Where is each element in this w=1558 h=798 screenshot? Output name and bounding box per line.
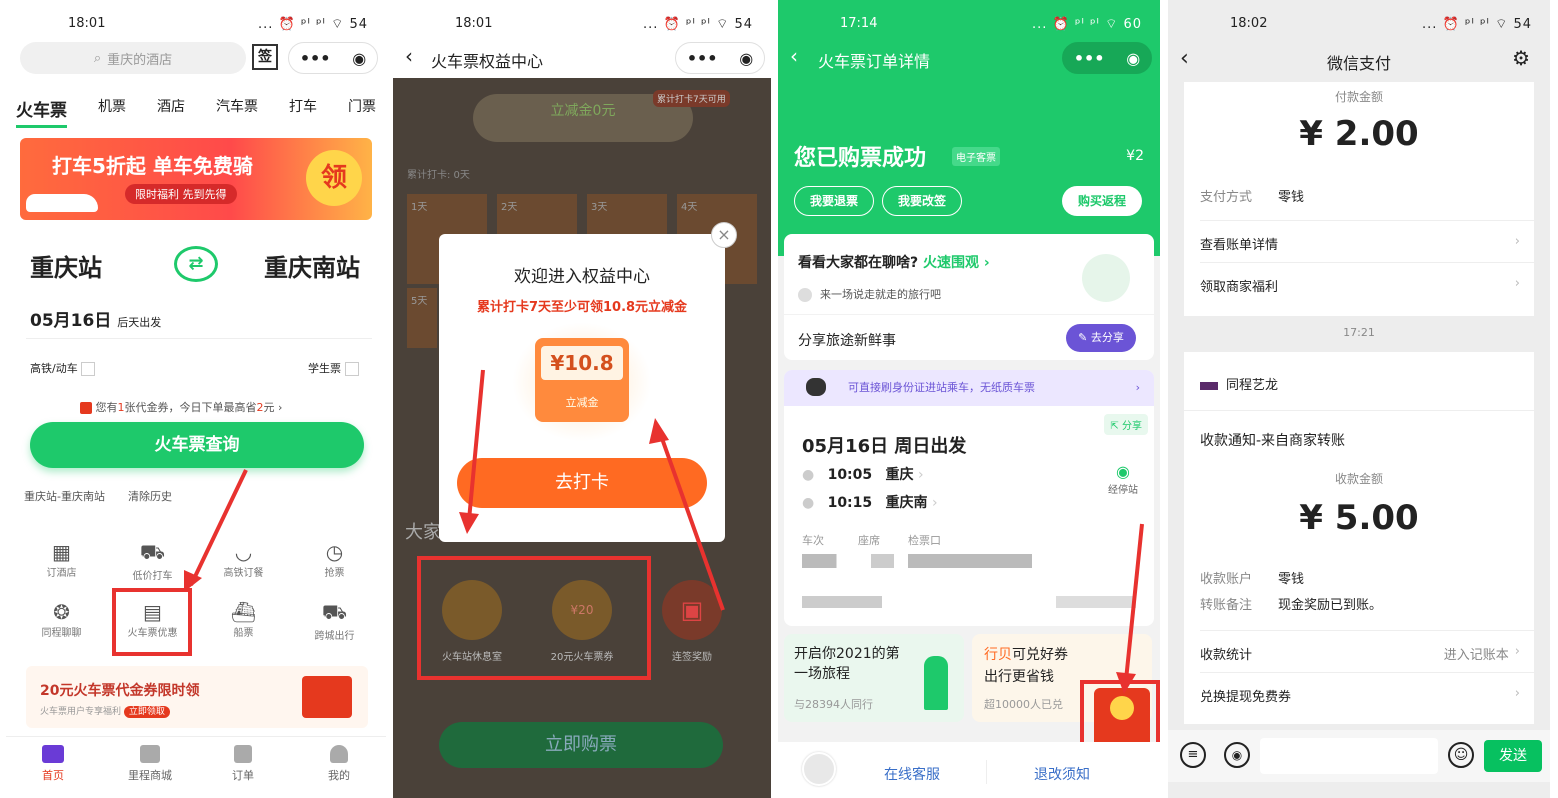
- remark-value: 现金奖励已到账。: [1278, 598, 1383, 613]
- divider: [1200, 672, 1534, 673]
- person-icon: [330, 745, 348, 763]
- account-label: 收款账户: [1200, 572, 1253, 587]
- payment-card: 付款金额 ¥ 2.00 支付方式 零钱 查看账单详情 › 领取商家福利 ›: [1184, 82, 1534, 316]
- emoji-icon[interactable]: ☺: [1448, 742, 1474, 768]
- ledger-link[interactable]: 进入记账本: [1444, 644, 1509, 663]
- voice-icon[interactable]: ◉: [1224, 742, 1250, 768]
- merchant-row: 同程艺龙: [1200, 374, 1278, 393]
- recv-amount-label: 收款金额: [1334, 472, 1383, 486]
- transfer-card: 同程艺龙 收款通知-来自商家转账 收款金额 ¥ 5.00 收款账户 零钱 转账备…: [1184, 352, 1534, 724]
- promo-card[interactable]: 20元火车票代金券限时领 火车票用户专享福利 立即领取: [26, 666, 368, 728]
- merchant-name: 同程艺龙: [1226, 378, 1279, 393]
- send-button[interactable]: 发送: [1484, 740, 1542, 772]
- pay-method-label: 支付方式: [1200, 190, 1253, 205]
- remark-label: 转账备注: [1200, 598, 1253, 613]
- annotation-arrows: [459, 369, 725, 611]
- message-timestamp: 17:21: [1343, 326, 1375, 339]
- promo-sub-text: 火车票用户专享福利: [40, 707, 122, 717]
- merchant-logo-icon: [1200, 381, 1218, 390]
- message-input[interactable]: [1260, 738, 1438, 774]
- orders-icon: [234, 745, 252, 763]
- nav-label: 订单: [232, 769, 254, 782]
- nav-label: 首页: [42, 769, 64, 782]
- pay-method-value: 零钱: [1278, 190, 1305, 205]
- nav-label: 里程商城: [128, 769, 172, 782]
- stats-row[interactable]: 收款统计 › 进入记账本: [1200, 644, 1520, 663]
- nav-mall[interactable]: 里程商城: [120, 745, 180, 783]
- divider: [1200, 630, 1534, 631]
- panel-train-home: 18:01... ⏰ ᵖᴵ ᵖᴵ ⌔ 54 ⌕ 重庆的酒店 签 ••• ◉ 火车票 …: [6, 0, 386, 798]
- stats-label: 收款统计: [1200, 648, 1253, 663]
- divider: [1200, 220, 1534, 221]
- merchant-benefit-label: 领取商家福利: [1200, 280, 1279, 295]
- service-avatar: [802, 752, 836, 786]
- bill-detail-label: 查看账单详情: [1200, 238, 1279, 253]
- chevron-right-icon: ›: [1514, 644, 1520, 659]
- nav-orders[interactable]: 订单: [218, 745, 268, 783]
- panel-benefit-center: 18:01... ⏰ ᵖᴵ ᵖᴵ ⌔ 54 ‹ 火车票权益中心 ••• ◉ 立减金…: [393, 0, 771, 798]
- home-icon: [42, 745, 64, 763]
- status-icons: ... ⏰ ᵖᴵ ᵖᴵ ⌔ 54: [1422, 17, 1532, 32]
- status-bar: 18:02 ... ⏰ ᵖᴵ ᵖᴵ ⌔ 54: [1168, 16, 1550, 36]
- recv-amount: ¥ 5.00: [1299, 498, 1419, 538]
- nav-label: 我的: [328, 769, 350, 782]
- chevron-right-icon: ›: [1514, 686, 1520, 701]
- pay-amount: ¥ 2.00: [1299, 114, 1419, 154]
- menu-list-icon[interactable]: ≡: [1180, 742, 1206, 768]
- nav-home[interactable]: 首页: [28, 745, 78, 783]
- status-time: 18:02: [1230, 16, 1268, 31]
- pay-amount-label: 付款金额: [1334, 90, 1383, 104]
- annotation-arrow: [1116, 523, 1144, 694]
- mall-icon: [140, 745, 160, 763]
- divider: [1184, 410, 1534, 411]
- promo-claim-button[interactable]: 立即领取: [123, 706, 170, 718]
- chevron-right-icon: ›: [1514, 276, 1520, 291]
- chevron-right-icon: ›: [1514, 234, 1520, 249]
- bottom-bar: 在线客服 退改须知: [778, 742, 1160, 798]
- panel-wechat-pay: 18:02... ⏰ ᵖᴵ ᵖᴵ ⌔ 54 ‹ 微信支付 ⚙ 付款金额 ¥ 2.…: [1168, 0, 1550, 798]
- page-title: 微信支付: [1326, 54, 1391, 73]
- settings-gear-icon[interactable]: ⚙: [1512, 46, 1530, 70]
- notice-title: 收款通知-来自商家转账: [1200, 433, 1346, 449]
- refund-notice-link[interactable]: 退改须知: [1034, 764, 1090, 784]
- online-service-link[interactable]: 在线客服: [884, 764, 940, 784]
- account-value: 零钱: [1278, 572, 1305, 587]
- gift-box-icon: [302, 676, 352, 718]
- bill-detail-row[interactable]: 查看账单详情 ›: [1200, 234, 1520, 253]
- input-bar: ≡ ◉ ☺ 发送: [1168, 730, 1550, 782]
- exchange-row[interactable]: 兑换提现免费券 ›: [1200, 686, 1520, 705]
- bar-divider: [986, 760, 987, 784]
- panel-order-detail: 17:14... ⏰ ᵖᴵ ᵖᴵ ⌔ 60 ‹ 火车票订单详情 ••• ◉ 您已购…: [778, 0, 1160, 798]
- bottom-nav: 首页 里程商城 订单 我的: [6, 736, 386, 798]
- merchant-benefit-row[interactable]: 领取商家福利 ›: [1200, 276, 1520, 295]
- divider: [1200, 262, 1534, 263]
- exchange-label: 兑换提现免费券: [1200, 690, 1292, 705]
- promo-subtitle: 火车票用户专享福利 立即领取: [40, 704, 170, 718]
- nav-me[interactable]: 我的: [314, 745, 364, 783]
- promo-title: 20元火车票代金券限时领: [40, 683, 200, 699]
